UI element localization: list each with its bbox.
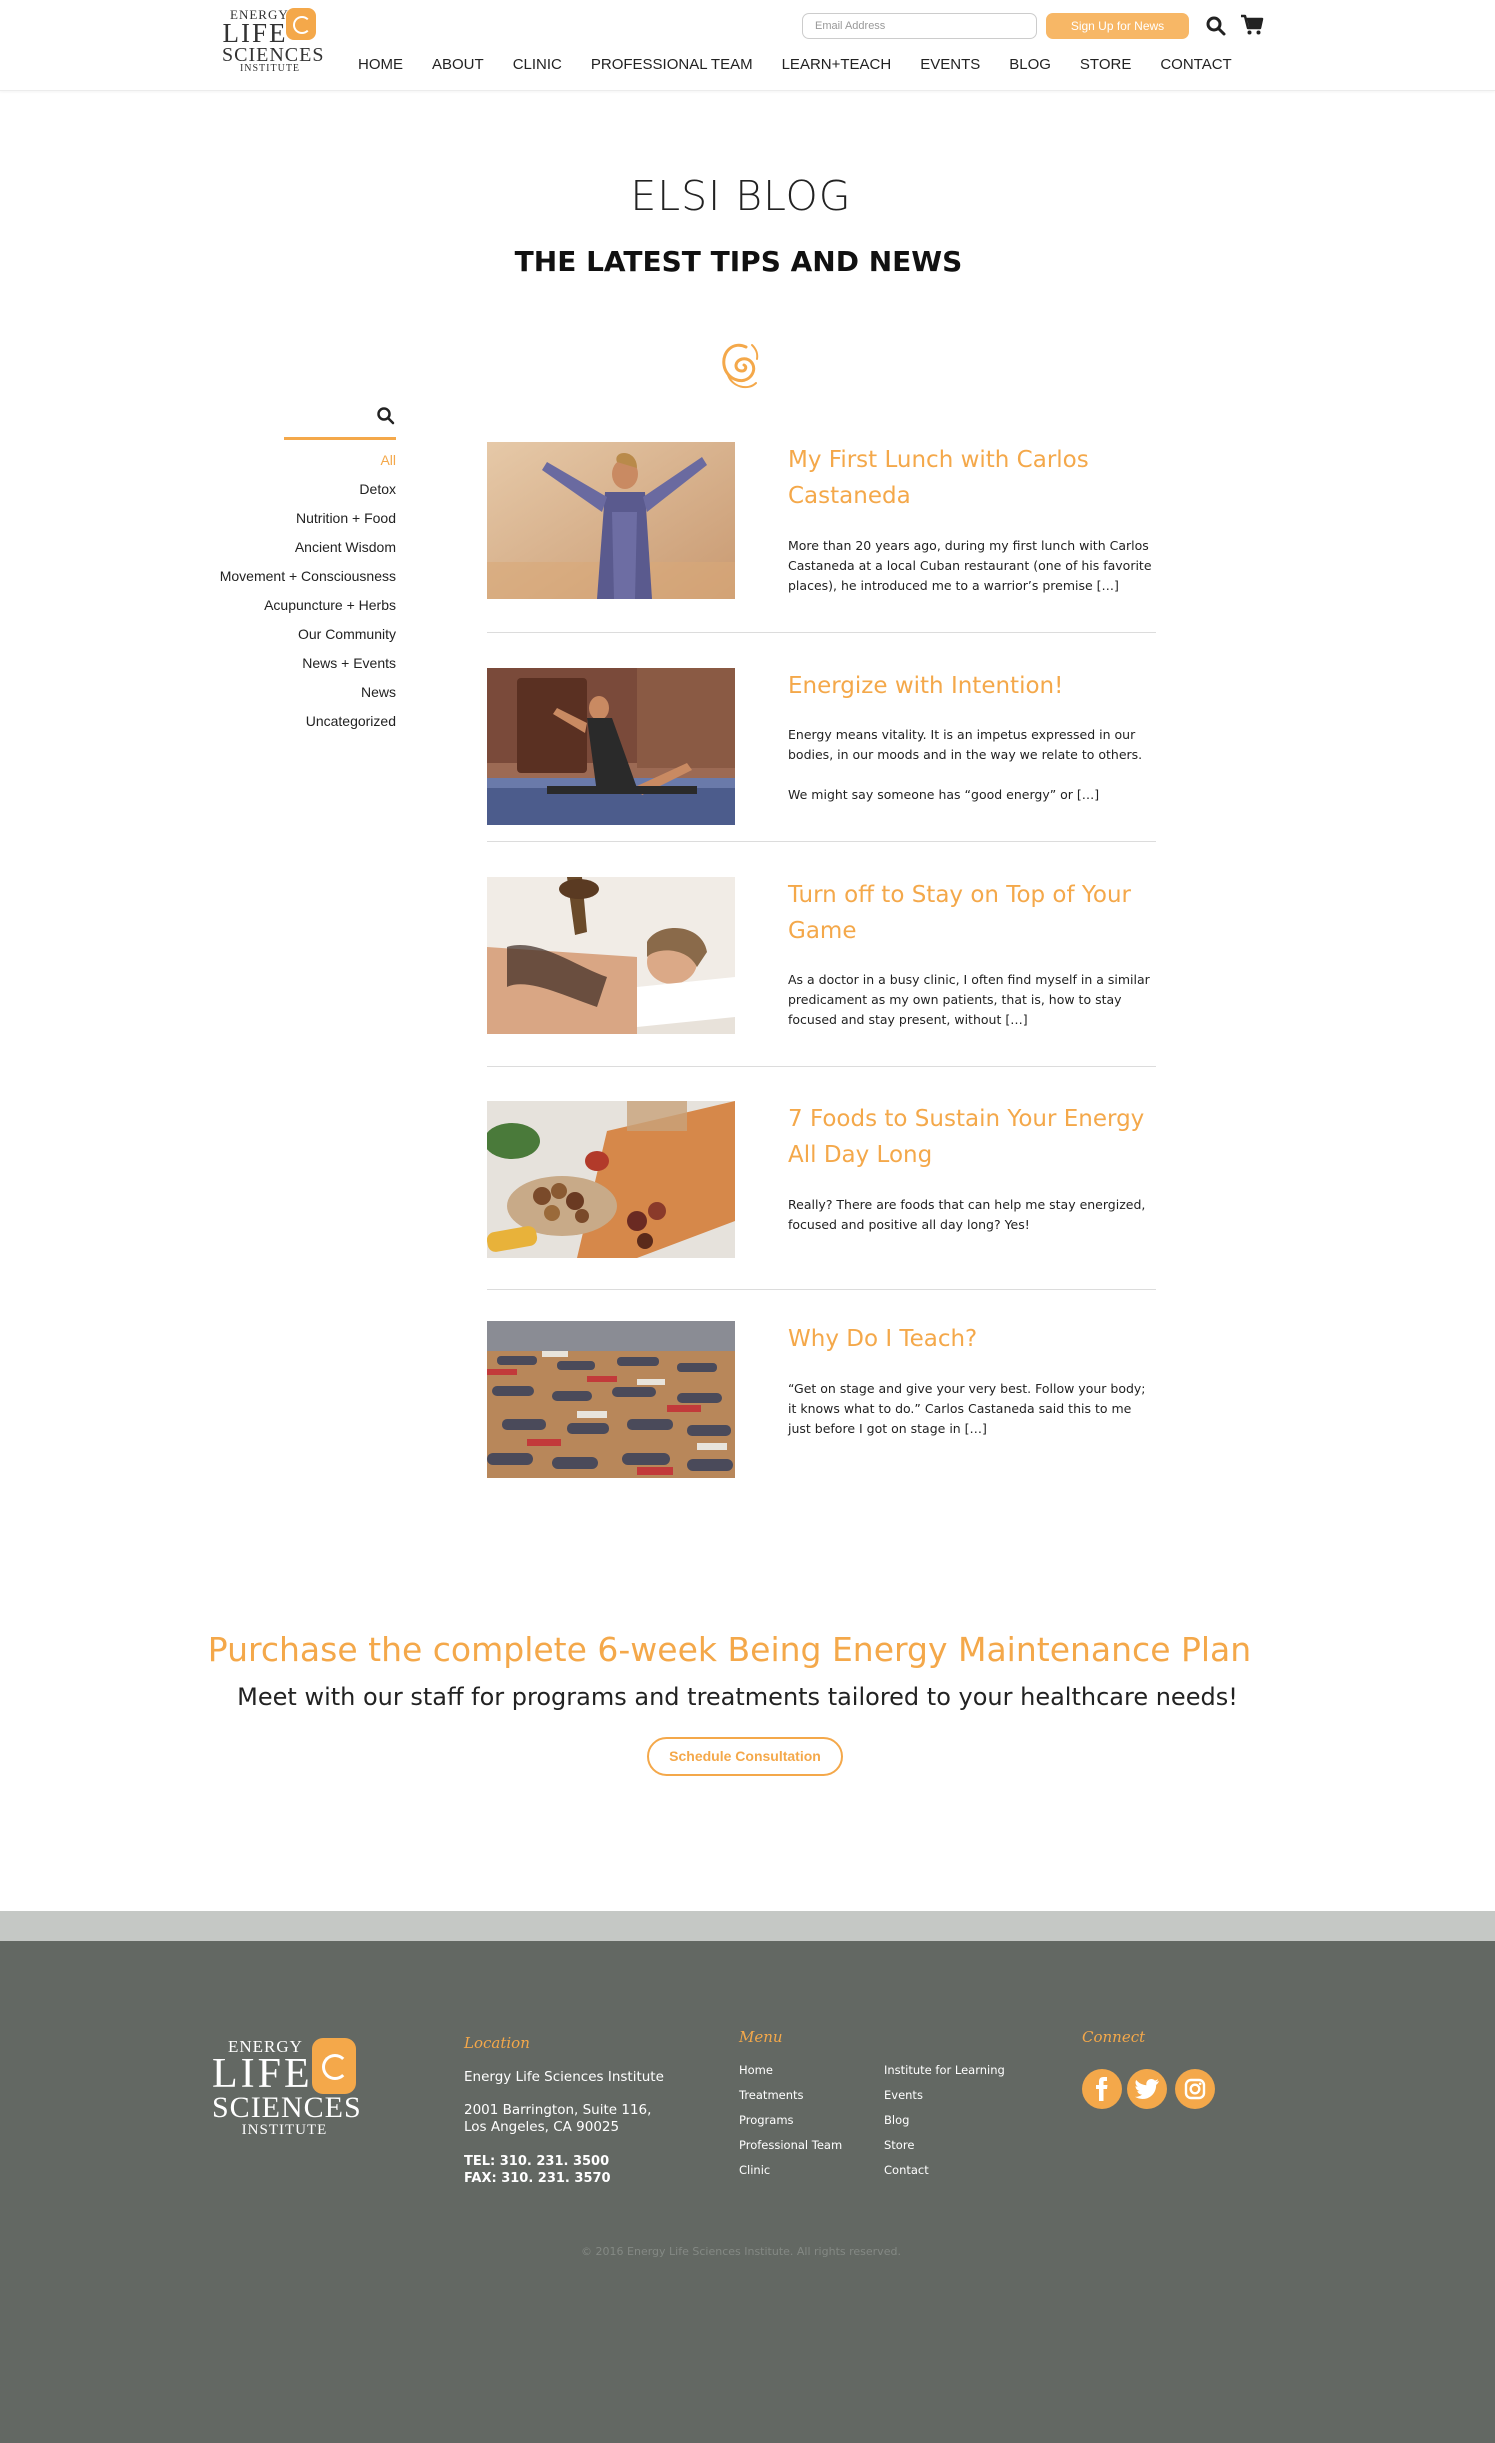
footer-phone[interactable]: TEL: 310. 231. 3500 — [464, 2153, 609, 2170]
post-excerpt: As a doctor in a busy clinic, I often fi… — [788, 972, 1150, 1027]
category-movement-consciousness[interactable]: Movement + Consciousness — [150, 566, 396, 595]
footer-fax: FAX: 310. 231. 3570 — [464, 2171, 611, 2186]
footer-link-professional-team[interactable]: Professional Team — [739, 2137, 842, 2162]
post-divider — [487, 841, 1156, 842]
footer-menu-col-1: Home Treatments Programs Professional Te… — [739, 2062, 842, 2187]
page-title: ELSI BLOG — [630, 172, 852, 220]
category-ancient-wisdom[interactable]: Ancient Wisdom — [150, 537, 396, 566]
footer-logo[interactable]: ENERGY LIFE SCIENCES INSTITUTE — [212, 2038, 362, 2144]
search-icon[interactable] — [1205, 15, 1227, 37]
nav-item-clinic[interactable]: CLINIC — [513, 56, 562, 78]
footer-logo-swirl-icon — [312, 2038, 356, 2094]
site-header: ENERGY LIFE SCIENCES INSTITUTE Email Add… — [0, 0, 1495, 91]
site-footer — [0, 1941, 1495, 2443]
footer-connect-heading: Connect — [1082, 2028, 1146, 2046]
category-detox[interactable]: Detox — [150, 479, 396, 508]
swirl-icon — [716, 339, 762, 393]
footer-band — [0, 1911, 1495, 1941]
post-excerpt: Energy means vitality. It is an impetus … — [788, 727, 1143, 802]
post-divider — [487, 1066, 1156, 1067]
nav-item-events[interactable]: EVENTS — [920, 56, 980, 78]
nav-item-professional-team[interactable]: PROFESSIONAL TEAM — [591, 56, 753, 78]
footer-menu-heading: Menu — [739, 2028, 783, 2046]
post-excerpt: More than 20 years ago, during my first … — [788, 538, 1152, 593]
cta-subtitle: Meet with our staff for programs and tre… — [237, 1683, 1238, 1711]
signup-button[interactable]: Sign Up for News — [1046, 13, 1189, 39]
sidebar-search[interactable] — [284, 400, 396, 440]
category-news-events[interactable]: News + Events — [150, 653, 396, 682]
nav-item-store[interactable]: STORE — [1080, 56, 1131, 78]
post-thumbnail[interactable] — [487, 1321, 735, 1478]
logo-swirl-icon — [286, 8, 316, 40]
category-acupuncture-herbs[interactable]: Acupuncture + Herbs — [150, 595, 396, 624]
footer-logo-line-2: LIFE — [212, 2051, 313, 2097]
main-nav: HOME ABOUT CLINIC PROFESSIONAL TEAM LEAR… — [358, 56, 1232, 78]
post-thumbnail[interactable] — [487, 442, 735, 599]
site-logo[interactable]: ENERGY LIFE SCIENCES INSTITUTE — [222, 8, 325, 74]
footer-link-events[interactable]: Events — [884, 2087, 1005, 2112]
category-uncategorized[interactable]: Uncategorized — [150, 711, 396, 740]
footer-address-line-2: Los Angeles, CA 90025 — [464, 2119, 620, 2135]
footer-logo-line-4: INSTITUTE — [241, 2122, 328, 2138]
page-subtitle: THE LATEST TIPS AND NEWS — [514, 245, 963, 278]
footer-link-clinic[interactable]: Clinic — [739, 2162, 842, 2187]
footer-link-blog[interactable]: Blog — [884, 2112, 1005, 2137]
footer-menu-col-2: Institute for Learning Events Blog Store… — [884, 2062, 1005, 2187]
category-nutrition-food[interactable]: Nutrition + Food — [150, 508, 396, 537]
footer-link-contact[interactable]: Contact — [884, 2162, 1005, 2187]
footer-logo-line-3: SCIENCES — [212, 2091, 362, 2124]
footer-link-programs[interactable]: Programs — [739, 2112, 842, 2137]
logo-line-2: LIFE — [222, 18, 288, 48]
post-excerpt: “Get on stage and give your very best. F… — [788, 1381, 1146, 1436]
email-field[interactable]: Email Address — [802, 13, 1037, 39]
post-divider — [487, 632, 1156, 633]
category-news[interactable]: News — [150, 682, 396, 711]
footer-link-store[interactable]: Store — [884, 2137, 1005, 2162]
post-thumbnail[interactable] — [487, 877, 735, 1034]
schedule-consultation-button[interactable]: Schedule Consultation — [647, 1737, 843, 1776]
footer-address-line-1: 2001 Barrington, Suite 116, — [464, 2102, 652, 2118]
footer-link-treatments[interactable]: Treatments — [739, 2087, 842, 2112]
instagram-icon[interactable] — [1175, 2069, 1215, 2109]
post-title[interactable]: Energize with Intention! — [788, 668, 1148, 704]
footer-link-home[interactable]: Home — [739, 2062, 842, 2087]
facebook-icon[interactable] — [1082, 2069, 1122, 2109]
cta-title: Purchase the complete 6-week Being Energ… — [207, 1630, 1252, 1669]
cart-icon[interactable] — [1240, 14, 1264, 36]
post-excerpt: Really? There are foods that can help me… — [788, 1197, 1146, 1232]
post-divider — [487, 1289, 1156, 1290]
category-list: All Detox Nutrition + Food Ancient Wisdo… — [150, 450, 396, 740]
post-title[interactable]: My First Lunch with Carlos Castaneda — [788, 442, 1148, 514]
category-all[interactable]: All — [150, 450, 396, 479]
post-title[interactable]: Turn off to Stay on Top of Your Game — [788, 877, 1148, 949]
logo-line-3: SCIENCES — [222, 44, 325, 66]
nav-item-contact[interactable]: CONTACT — [1160, 56, 1231, 78]
footer-location-name: Energy Life Sciences Institute — [464, 2069, 664, 2085]
twitter-icon[interactable] — [1127, 2069, 1167, 2109]
search-icon[interactable] — [376, 406, 396, 426]
nav-item-learn-teach[interactable]: LEARN+TEACH — [782, 56, 892, 78]
footer-link-institute-for-learning[interactable]: Institute for Learning — [884, 2062, 1005, 2087]
nav-item-blog[interactable]: BLOG — [1009, 56, 1051, 78]
post-thumbnail[interactable] — [487, 1101, 735, 1258]
post-title[interactable]: 7 Foods to Sustain Your Energy All Day L… — [788, 1101, 1148, 1173]
post-title[interactable]: Why Do I Teach? — [788, 1321, 1148, 1357]
post-thumbnail[interactable] — [487, 668, 735, 825]
copyright-text: © 2016 Energy Life Sciences Institute. A… — [581, 2245, 901, 2258]
footer-location-heading: Location — [464, 2034, 530, 2052]
nav-item-home[interactable]: HOME — [358, 56, 403, 78]
nav-item-about[interactable]: ABOUT — [432, 56, 484, 78]
category-our-community[interactable]: Our Community — [150, 624, 396, 653]
